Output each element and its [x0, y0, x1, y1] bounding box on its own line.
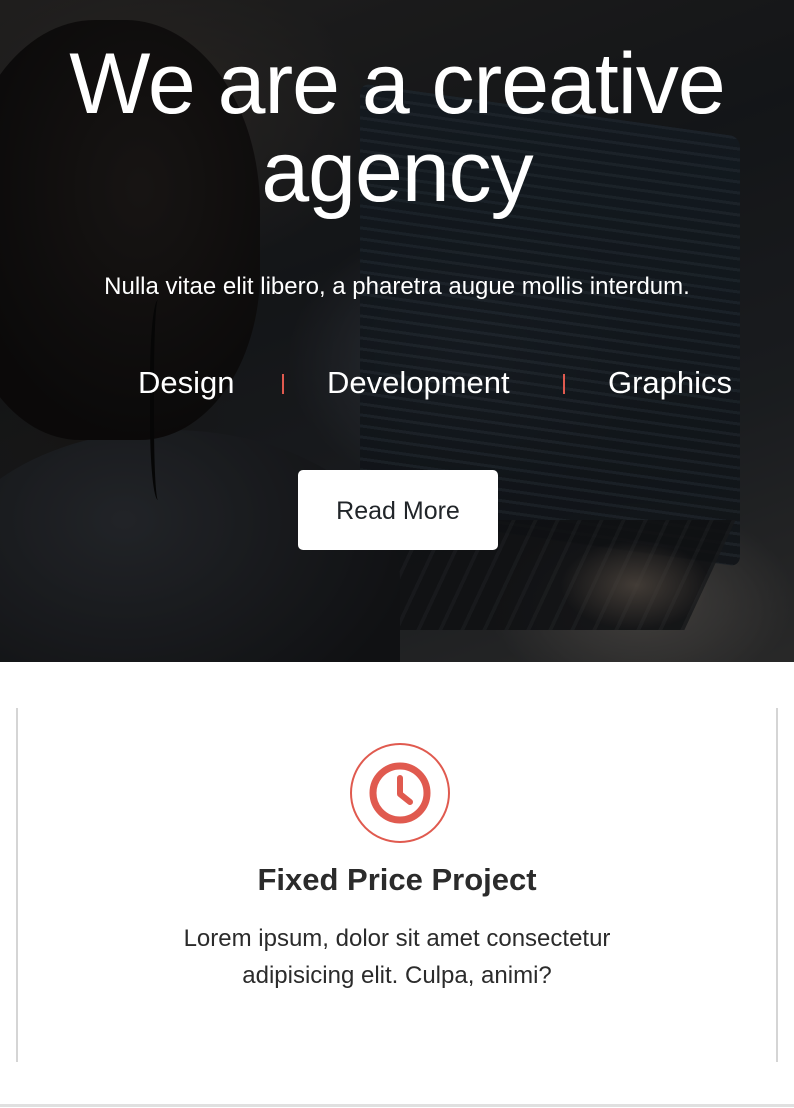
feature-title: Fixed Price Project	[257, 862, 537, 897]
read-more-button[interactable]: Read More	[298, 470, 498, 550]
hero-section: We are a creative agency Nulla vitae eli…	[0, 0, 794, 662]
feature-description-line-1: Lorem ipsum, dolor sit amet consectetur	[183, 925, 611, 952]
hero-title-line-1: We are a creative	[69, 36, 725, 132]
service-separator	[282, 374, 284, 394]
service-design: Design	[138, 365, 235, 400]
feature-icon-ring	[350, 743, 450, 843]
section-divider	[0, 1104, 794, 1107]
hero-title: We are a creative agency	[0, 40, 794, 216]
feature-card: Fixed Price Project Lorem ipsum, dolor s…	[16, 708, 778, 1062]
feature-description-line-2: adipisicing elit. Culpa, animi?	[242, 962, 552, 989]
clock-icon	[369, 762, 431, 824]
service-development: Development	[327, 365, 510, 400]
service-graphics: Graphics	[608, 365, 733, 400]
hero-title-line-2: agency	[261, 124, 533, 220]
feature-description: Lorem ipsum, dolor sit amet consectetur …	[128, 920, 666, 994]
hero-subtitle: Nulla vitae elit libero, a pharetra augu…	[104, 273, 690, 300]
service-separator	[563, 374, 565, 394]
hero-services-list: Design Development Graphics	[0, 362, 794, 404]
